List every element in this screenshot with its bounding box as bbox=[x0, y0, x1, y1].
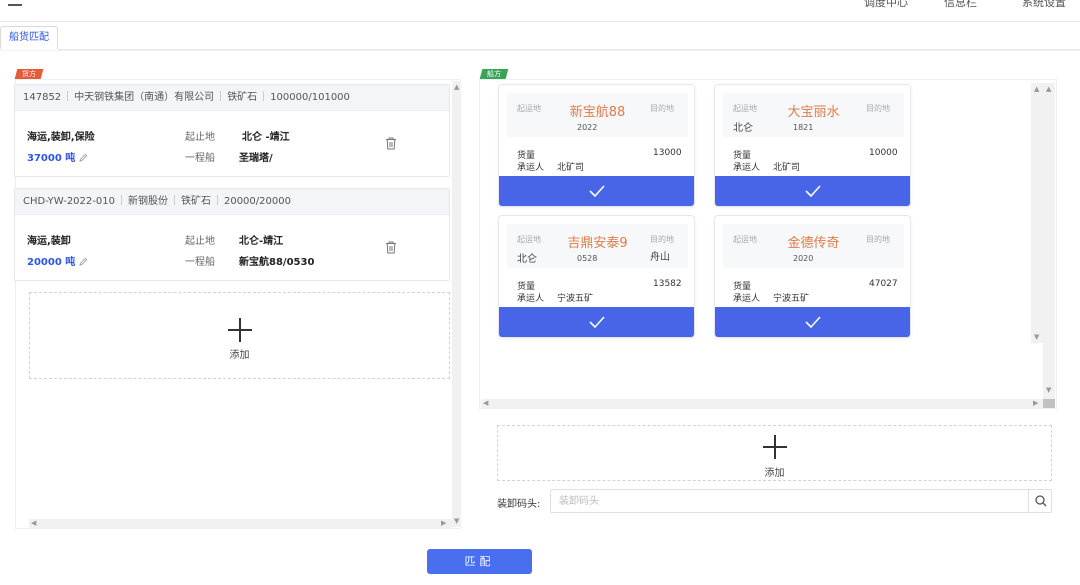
tab-ship-cargo-match[interactable]: 船货匹配 bbox=[0, 26, 58, 50]
carrier-name: 北矿司 bbox=[773, 163, 801, 173]
cargo-amount: 20000/20000 bbox=[223, 196, 291, 207]
edit-icon[interactable] bbox=[79, 153, 88, 162]
cargo-tonnage: 37000 吨 bbox=[27, 149, 88, 164]
cargo-terms: 海运,装卸,保险 bbox=[27, 132, 95, 143]
add-cargo-button[interactable]: 添加 bbox=[29, 292, 450, 379]
delete-icon[interactable] bbox=[385, 241, 397, 254]
carrier-name: 宁波五矿 bbox=[557, 294, 594, 304]
select-ship-button[interactable] bbox=[499, 176, 694, 206]
cargo-goods: 铁矿石 bbox=[227, 92, 258, 103]
cargo-tonnage: 20000 吨 bbox=[27, 253, 88, 268]
check-icon bbox=[804, 185, 821, 198]
ship-name: 金德传奇 bbox=[787, 236, 840, 251]
edit-icon[interactable] bbox=[79, 257, 88, 266]
search-button[interactable] bbox=[1028, 489, 1052, 513]
cargo-card: CHD-YW-2022-010 新钢股份 铁矿石 20000/20000 海运,装卸 … bbox=[14, 188, 450, 281]
ship-label: 一程船 bbox=[185, 257, 215, 268]
cargo-side-ribbon: 货方 bbox=[14, 69, 44, 79]
dock-row: 装卸码头: bbox=[497, 489, 1052, 513]
add-ship-label: 添加 bbox=[764, 468, 785, 479]
carrier-label: 承运人 bbox=[517, 294, 545, 304]
carrier-label: 承运人 bbox=[517, 163, 545, 173]
cargo-goods: 铁矿石 bbox=[180, 196, 211, 207]
cargo-ship: 新宝航88/0530 bbox=[239, 257, 315, 268]
dock-input[interactable] bbox=[550, 489, 1052, 513]
delete-icon[interactable] bbox=[385, 137, 397, 150]
main-content: 货方 147852 中天钢铁集团（南通）有限公司 铁矿石 100000/101000 … bbox=[0, 51, 1080, 585]
ship-label: 一程船 bbox=[185, 153, 215, 164]
select-ship-button[interactable] bbox=[499, 307, 694, 337]
dock-label: 装卸码头: bbox=[497, 499, 541, 510]
carrier-label: 承运人 bbox=[733, 163, 761, 173]
ship-year: 2022 bbox=[577, 123, 598, 132]
ship-year: 0528 bbox=[577, 254, 598, 263]
carrier-name: 北矿司 bbox=[557, 163, 585, 173]
cargo-amount: 100000/101000 bbox=[270, 92, 350, 103]
cargo-card-header: 147852 中天钢铁集团（南通）有限公司 铁矿石 100000/101000 bbox=[15, 85, 449, 111]
cargo-qty: 10000 bbox=[869, 148, 898, 158]
check-icon bbox=[588, 316, 605, 329]
cargo-code: CHD-YW-2022-010 bbox=[23, 196, 115, 207]
cargo-ship: 圣瑞塔/ bbox=[239, 153, 273, 164]
cargo-panel-hscrollbar[interactable]: ◀ ▶ bbox=[29, 519, 452, 528]
cargo-qty: 13582 bbox=[653, 279, 682, 289]
cargo-card-header: CHD-YW-2022-010 新钢股份 铁矿石 20000/20000 bbox=[15, 189, 449, 215]
plus-icon bbox=[762, 435, 787, 459]
select-ship-button[interactable] bbox=[715, 307, 910, 337]
route-label: 起止地 bbox=[185, 236, 215, 247]
cargo-qty: 47027 bbox=[869, 279, 898, 289]
header-item-info[interactable]: 信息栏 bbox=[944, 0, 977, 10]
origin-port: 北仑 bbox=[517, 254, 537, 265]
add-cargo-label: 添加 bbox=[229, 350, 250, 361]
match-button[interactable]: 匹配 bbox=[427, 549, 532, 574]
tab-bar: 船货匹配 bbox=[0, 22, 1080, 50]
ship-name: 新宝航88 bbox=[569, 105, 626, 120]
destination-port: 舟山 bbox=[650, 252, 670, 263]
check-icon bbox=[588, 185, 605, 198]
header-item-settings[interactable]: 系统设置 bbox=[1022, 0, 1066, 10]
ship-year: 1821 bbox=[793, 123, 814, 132]
ship-name: 大宝丽水 bbox=[787, 105, 840, 120]
cargo-panel-vscrollbar[interactable]: ▲ ▼ bbox=[452, 81, 461, 527]
search-icon bbox=[1035, 495, 1047, 507]
ship-card[interactable]: 起运地 目的地 金德传奇 2020 货量 47027 承运人 宁波五矿 bbox=[714, 215, 911, 338]
menu-icon[interactable] bbox=[8, 0, 22, 6]
carrier-name: 宁波五矿 bbox=[773, 294, 810, 304]
cargo-company: 中天钢铁集团（南通）有限公司 bbox=[74, 92, 215, 103]
ship-list-vscrollbar[interactable]: ▲ ▼ bbox=[1031, 83, 1043, 343]
cargo-route: 北仑-靖江 bbox=[239, 236, 284, 247]
cargo-qty: 13000 bbox=[653, 148, 682, 158]
add-ship-button[interactable]: 添加 bbox=[497, 425, 1052, 481]
plus-icon bbox=[227, 318, 252, 342]
check-icon bbox=[804, 316, 821, 329]
origin-port: 北仑 bbox=[733, 123, 753, 134]
cargo-card: 147852 中天钢铁集团（南通）有限公司 铁矿石 100000/101000 海运,… bbox=[14, 84, 450, 177]
cargo-code: 147852 bbox=[23, 92, 62, 103]
ship-panel-hscrollbar[interactable]: ◀ ▶ bbox=[481, 399, 1043, 408]
cargo-company: 新钢股份 bbox=[127, 196, 168, 207]
ship-side-ribbon: 船方 bbox=[479, 69, 509, 79]
ship-panel-vscrollbar[interactable]: ▲ ▼ bbox=[1043, 83, 1055, 401]
carrier-label: 承运人 bbox=[733, 294, 761, 304]
ship-card[interactable]: 起运地 目的地 大宝丽水 北仑 1821 货量 10000 承运人 北矿司 bbox=[714, 84, 911, 207]
cargo-route: 北仑 -靖江 bbox=[242, 132, 290, 143]
select-ship-button[interactable] bbox=[715, 176, 910, 206]
route-label: 起止地 bbox=[185, 132, 215, 143]
scroll-corner bbox=[1043, 399, 1055, 408]
header-item-dispatch[interactable]: 调度中心 bbox=[864, 0, 908, 10]
cargo-terms: 海运,装卸 bbox=[27, 236, 71, 247]
ship-card[interactable]: 起运地 目的地 新宝航88 2022 货量 13000 承运人 北矿司 bbox=[498, 84, 695, 207]
ship-card[interactable]: 起运地 目的地 吉鼎安泰9 北仑 舟山 0528 货量 13582 承运人 宁波… bbox=[498, 215, 695, 338]
ship-year: 2020 bbox=[793, 254, 814, 263]
top-bar: 调度中心 信息栏 系统设置 bbox=[0, 0, 1080, 22]
